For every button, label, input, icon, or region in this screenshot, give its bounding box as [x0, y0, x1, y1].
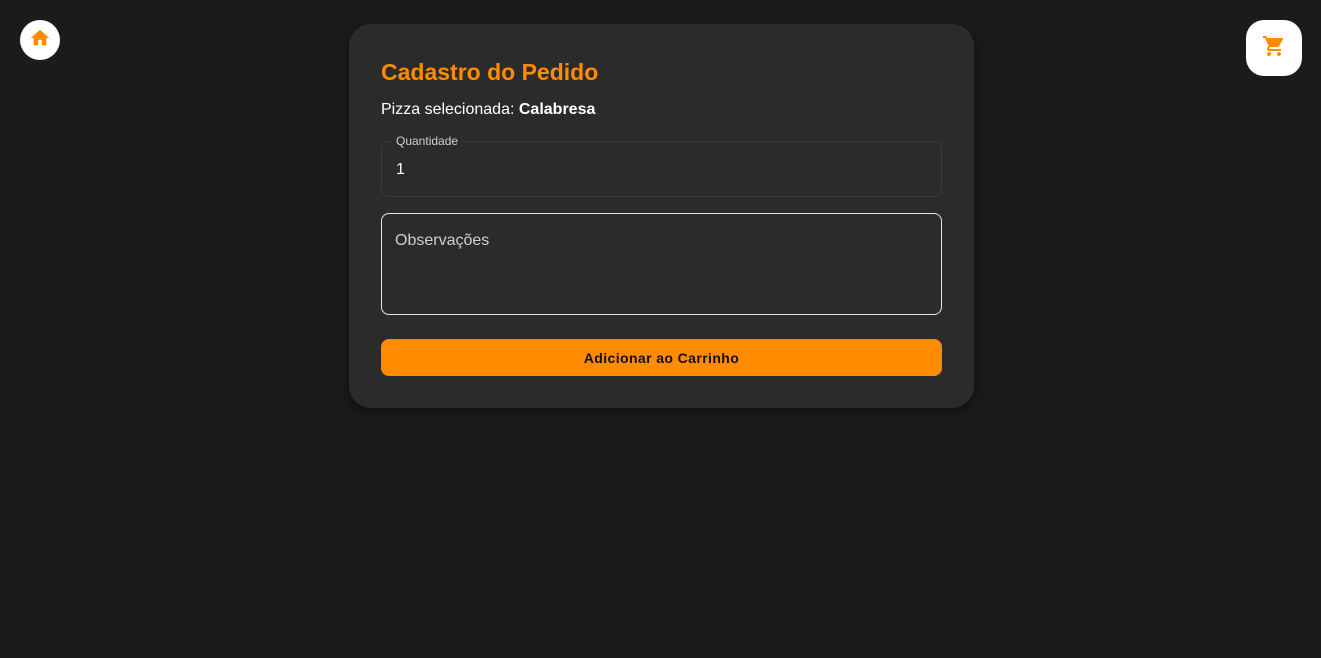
order-form-card: Cadastro do Pedido Pizza selecionada: Ca…: [349, 24, 974, 408]
page-title: Cadastro do Pedido: [381, 59, 599, 85]
selected-pizza-line: Pizza selecionada: Calabresa: [381, 101, 595, 119]
quantity-label: Quantidade: [392, 134, 463, 148]
cart-button[interactable]: [1246, 20, 1302, 76]
observations-placeholder: Observações: [395, 232, 490, 249]
quantity-field[interactable]: Quantidade 1: [381, 134, 942, 197]
shopping-cart-icon: [1262, 34, 1286, 63]
home-icon: [29, 27, 51, 54]
observations-field[interactable]: Observações: [381, 213, 942, 315]
selected-pizza-name: Calabresa: [518, 101, 596, 118]
selected-pizza-label: Pizza selecionada:: [381, 101, 515, 118]
add-to-cart-button[interactable]: Adicionar ao Carrinho: [381, 339, 942, 376]
home-button[interactable]: [20, 20, 60, 60]
quantity-input[interactable]: 1: [396, 161, 405, 179]
